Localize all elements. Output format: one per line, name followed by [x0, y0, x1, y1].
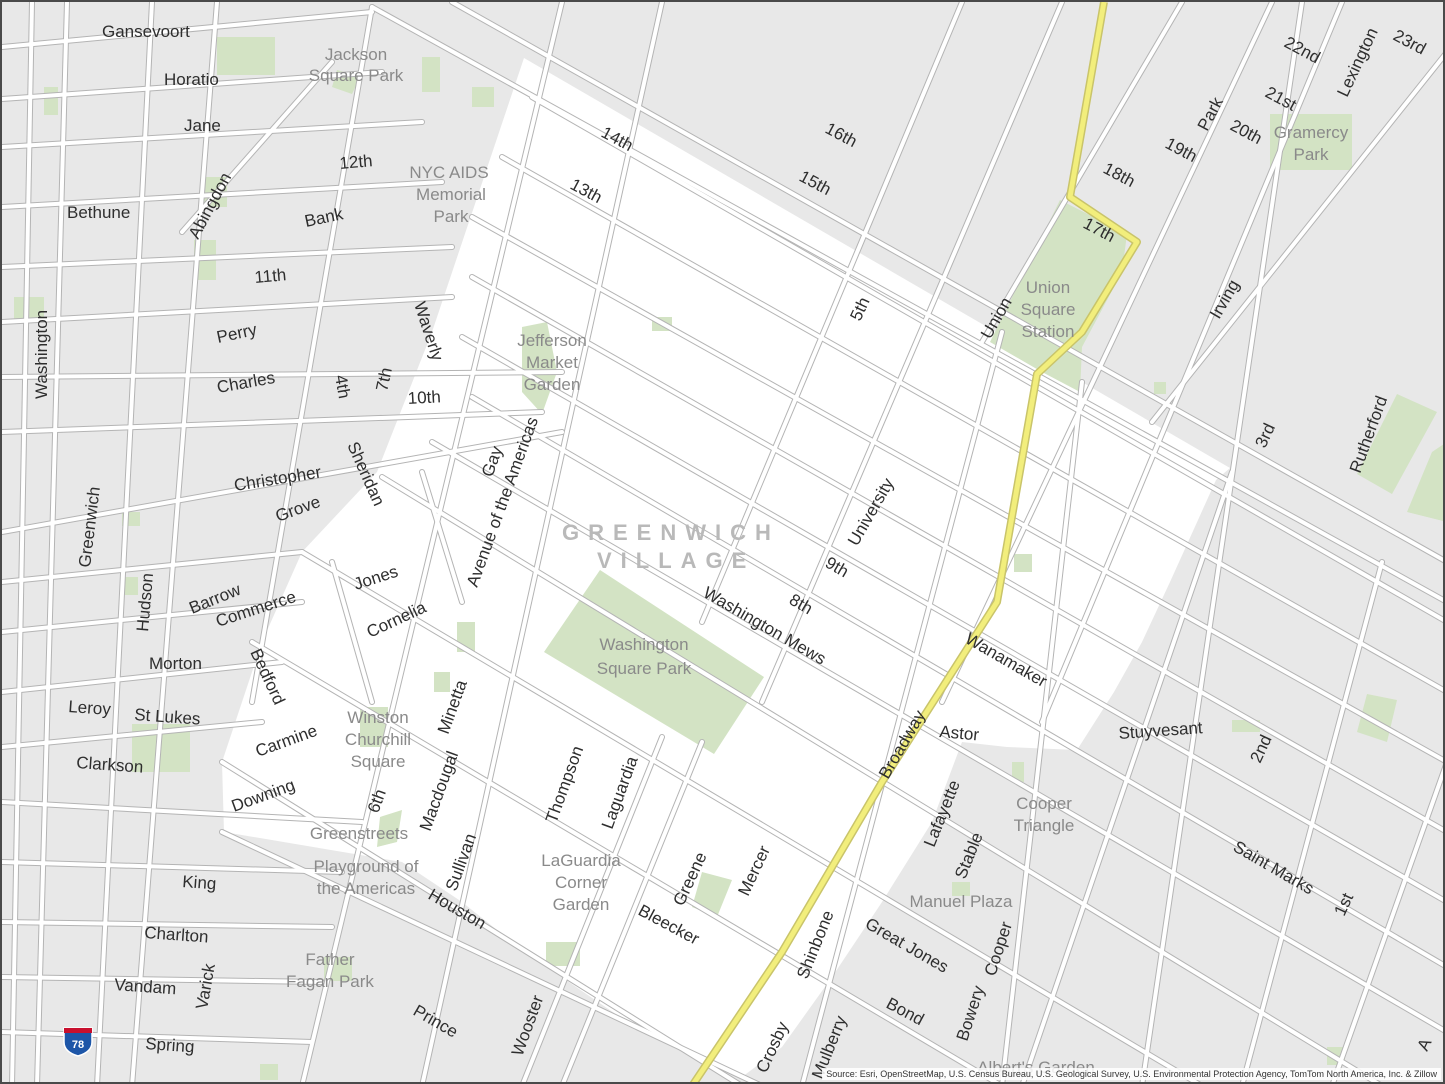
street-label: Bethune [67, 203, 130, 222]
park-label: Churchill [345, 730, 411, 749]
street-label: Great Jones [862, 914, 952, 977]
park-label: Greenstreets [310, 824, 408, 843]
map-attribution: Source: Esri, OpenStreetMap, U.S. Census… [822, 1068, 1441, 1080]
street-label: Wooster [508, 992, 548, 1058]
small-park-2 [44, 87, 58, 115]
street-label: 11th [254, 265, 287, 287]
park-label: Cooper [1016, 794, 1072, 813]
neighborhood-label-line2: VILLAGE [597, 548, 755, 573]
street-label: Grove [273, 492, 323, 526]
street-label: Bowery [953, 983, 989, 1043]
park-label: Square Park [597, 659, 692, 678]
park-label: Memorial [416, 185, 486, 204]
neighborhood-label-line1: GREENWICH [562, 520, 780, 545]
park-label: Market [526, 353, 578, 372]
street-label: Varick [192, 962, 219, 1011]
park-label: the Americas [317, 879, 415, 898]
park-label: Square Park [309, 66, 404, 85]
street-label: 20th [1227, 116, 1265, 148]
street-label: 2nd [1246, 732, 1275, 766]
street-label: Vandam [114, 975, 177, 998]
street-label: Bond [883, 994, 927, 1029]
street-label: Christopher [233, 462, 323, 495]
park-label: Square [1021, 300, 1076, 319]
street-label: Greenwich [75, 486, 104, 569]
street-label: Clarkson [76, 753, 144, 777]
street-label: 15th [796, 167, 834, 199]
street-label: Jane [184, 116, 221, 135]
park-label: Washington [599, 635, 688, 654]
street-label: Washington [32, 310, 51, 399]
park-label: Union [1026, 278, 1070, 297]
park-label: Father [305, 950, 354, 969]
street-label: Spring [145, 1034, 195, 1056]
street-label: Leroy [68, 697, 112, 719]
interstate-78-shield-icon: 78 [63, 1027, 93, 1057]
park-label: Triangle [1014, 816, 1075, 835]
street-label: 3rd [1251, 420, 1279, 450]
park-label: Fagan Park [286, 972, 374, 991]
small-park-10 [1154, 382, 1166, 394]
street-label: Perry [215, 320, 259, 347]
map-view[interactable]: GREENWICH VILLAGE Jackson Square Park NY… [0, 0, 1445, 1084]
park-label: NYC AIDS [409, 163, 488, 182]
park-label: Gramercy [1274, 123, 1349, 142]
street-label: 10th [407, 387, 441, 408]
park-label: Park [434, 207, 469, 226]
street-label: 12th [339, 151, 374, 173]
park-label: Jefferson [517, 331, 587, 350]
park-label: Garden [524, 375, 581, 394]
park-label: Garden [553, 895, 610, 914]
park-label: Corner [555, 873, 607, 892]
top-park-area [217, 37, 275, 75]
street-label: Charlton [144, 923, 209, 946]
highway-shield-number: 78 [72, 1039, 84, 1051]
street-label: Morton [149, 654, 202, 673]
street-label: 16th [822, 119, 860, 151]
park-label: Manuel Plaza [909, 892, 1013, 911]
small-park-12 [260, 1064, 278, 1080]
street-label: Horatio [164, 70, 219, 89]
street-label: 18th [1100, 159, 1138, 191]
street-label: 23rd [1390, 26, 1429, 59]
street-label: A [1413, 1035, 1435, 1054]
street-label: 22nd [1281, 33, 1323, 68]
park-label: Park [1294, 145, 1329, 164]
park-label: Playground of [314, 857, 419, 876]
street-label: 7th [372, 366, 395, 393]
street-label: Bank [303, 204, 345, 231]
street-label: Lexington [1333, 25, 1381, 100]
street-label: Hudson [133, 572, 157, 632]
small-park-9 [1014, 554, 1032, 572]
park-label: Jackson [325, 45, 387, 64]
street-label: Stable [951, 830, 987, 882]
park-label: Square [351, 752, 406, 771]
small-park-14 [472, 87, 494, 107]
map-canvas[interactable]: GREENWICH VILLAGE Jackson Square Park NY… [2, 2, 1445, 1084]
small-park-13 [422, 57, 440, 92]
park-label: Station [1022, 322, 1075, 341]
park-label: Winston [347, 708, 408, 727]
street-label: 4th [331, 373, 354, 400]
small-park-8 [434, 672, 450, 692]
street-label: Astor [939, 722, 981, 744]
park-label: LaGuardia [541, 851, 621, 870]
street-label: Gansevoort [102, 22, 190, 41]
street-label: King [182, 872, 217, 893]
